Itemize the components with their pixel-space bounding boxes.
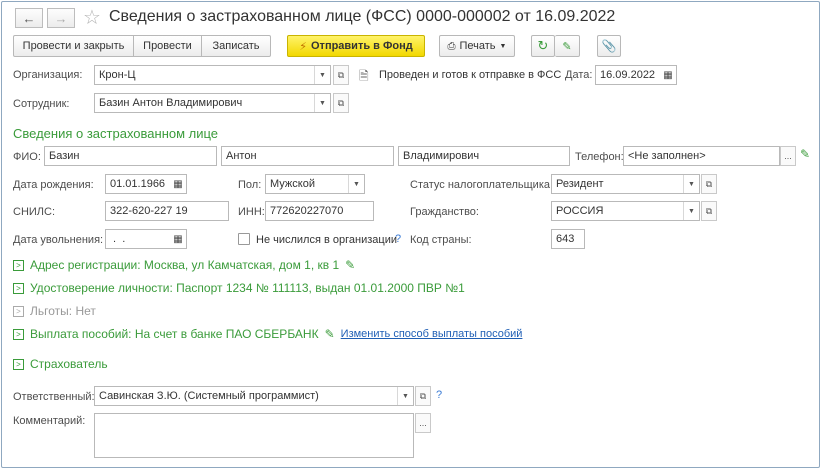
sex-label: Пол:	[238, 179, 262, 191]
open-window-icon: ⧉	[705, 178, 713, 189]
document-status-icon: 🗎	[359, 69, 369, 83]
chevron-down-icon[interactable]: ▼	[348, 175, 364, 193]
payment-section[interactable]: > Выплата пособий: На счет в банке ПАО С…	[13, 327, 522, 341]
snils-label: СНИЛС:	[13, 206, 56, 218]
not-listed-checkbox[interactable]	[238, 233, 250, 245]
dismissal-date-field[interactable]: . . ▦	[105, 229, 187, 249]
help-icon[interactable]: ?	[395, 233, 401, 245]
print-button[interactable]: ⎙ Печать ▼	[439, 35, 515, 57]
lightning-icon: ⚡	[299, 40, 307, 53]
country-code-field[interactable]: 643	[551, 229, 585, 249]
sex-select[interactable]: Мужской ▼	[265, 174, 365, 194]
citizenship-label: Гражданство:	[410, 206, 479, 218]
forward-button[interactable]: →	[47, 8, 75, 28]
calendar-icon[interactable]: ▦	[660, 66, 676, 84]
chevron-down-icon[interactable]: ▼	[314, 94, 330, 112]
responsible-select[interactable]: Савинская З.Ю. (Системный программист) ▼	[94, 386, 414, 406]
address-section[interactable]: > Адрес регистрации: Москва, ул Камчатск…	[13, 258, 355, 272]
birth-date-field[interactable]: 01.01.1966 ▦	[105, 174, 187, 194]
expand-icon[interactable]: >	[13, 328, 24, 340]
not-listed-label: Не числился в организации	[256, 234, 397, 246]
chevron-down-icon[interactable]: ▼	[683, 175, 699, 193]
tax-status-label: Статус налогоплательщика:	[410, 179, 554, 191]
tax-status-select[interactable]: Резидент ▼	[551, 174, 700, 194]
responsible-label: Ответственный:	[13, 391, 95, 403]
phone-field[interactable]: <Не заполнен>	[623, 146, 780, 166]
insurer-section[interactable]: > Страхователь	[13, 357, 108, 371]
arrow-left-icon: ←	[22, 10, 36, 26]
open-window-icon: ⧉	[337, 69, 345, 80]
date-label: Дата:	[565, 69, 593, 81]
employee-label: Сотрудник:	[13, 98, 70, 110]
back-button[interactable]: ←	[15, 8, 43, 28]
org-open-button[interactable]: ⧉	[333, 65, 349, 85]
edit-clear-button[interactable]: ✎	[555, 35, 580, 57]
expand-icon[interactable]: >	[13, 305, 24, 317]
comment-label: Комментарий:	[13, 415, 86, 427]
pencil-icon[interactable]: ✎	[345, 258, 355, 272]
help-icon[interactable]: ?	[436, 389, 442, 401]
last-name-field[interactable]: Базин	[44, 146, 217, 166]
insured-section-title: Сведения о застрахованном лице	[13, 126, 219, 141]
post-button[interactable]: Провести	[134, 35, 202, 57]
chevron-down-icon[interactable]: ▼	[314, 66, 330, 84]
refresh-icon: ↻	[537, 38, 549, 53]
open-window-icon: ⧉	[419, 390, 427, 401]
pencil-icon[interactable]: ✎	[325, 327, 335, 341]
chevron-down-icon: ▼	[499, 42, 507, 50]
calendar-icon[interactable]: ▦	[170, 175, 186, 193]
pencil-cross-icon: ✎	[562, 40, 572, 53]
open-window-icon: ⧉	[705, 205, 713, 216]
refresh-button[interactable]: ↻	[531, 35, 555, 57]
favorite-star-icon[interactable]: ☆	[83, 5, 101, 30]
birth-date-label: Дата рождения:	[13, 179, 94, 191]
tax-status-open-button[interactable]: ⧉	[701, 174, 717, 194]
phone-label: Телефон:	[575, 151, 624, 163]
chevron-down-icon[interactable]: ▼	[683, 202, 699, 220]
change-payment-link[interactable]: Изменить способ выплаты пособий	[341, 328, 523, 340]
calendar-icon[interactable]: ▦	[170, 230, 186, 248]
page-title: Сведения о застрахованном лице (ФСС) 000…	[109, 8, 616, 25]
snils-field[interactable]: 322-620-227 19	[105, 201, 229, 221]
citizenship-select[interactable]: РОССИЯ ▼	[551, 201, 700, 221]
phone-select-button[interactable]: ...	[780, 146, 796, 166]
citizenship-open-button[interactable]: ⧉	[701, 201, 717, 221]
expand-icon[interactable]: >	[13, 259, 24, 271]
date-field[interactable]: 16.09.2022 ▦	[595, 65, 677, 85]
printer-icon: ⎙	[447, 40, 456, 52]
attachment-button[interactable]: 📎	[597, 35, 621, 57]
identity-section[interactable]: > Удостоверение личности: Паспорт 1234 №…	[13, 281, 465, 295]
inn-label: ИНН:	[238, 206, 265, 218]
dismissal-date-label: Дата увольнения:	[13, 234, 104, 246]
pencil-cross-icon[interactable]: ✎	[800, 147, 810, 161]
benefits-section[interactable]: > Льготы: Нет	[13, 304, 96, 318]
responsible-open-button[interactable]: ⧉	[415, 386, 431, 406]
country-code-label: Код страны:	[410, 234, 472, 246]
document-window: ← → ☆ Сведения о застрахованном лице (ФС…	[1, 1, 820, 468]
middle-name-field[interactable]: Владимирович	[398, 146, 570, 166]
inn-field[interactable]: 772620227070	[265, 201, 374, 221]
employee-select[interactable]: Базин Антон Владимирович ▼	[94, 93, 331, 113]
command-bar-main: Провести и закрыть Провести Записать	[13, 35, 271, 57]
paperclip-icon: 📎	[601, 39, 617, 53]
document-status: Проведен и готов к отправке в ФСС	[379, 69, 562, 81]
fio-label: ФИО:	[13, 151, 41, 163]
expand-icon[interactable]: >	[13, 282, 24, 294]
expand-icon[interactable]: >	[13, 358, 24, 370]
arrow-right-icon: →	[54, 10, 68, 26]
open-window-icon: ⧉	[337, 97, 345, 108]
employee-open-button[interactable]: ⧉	[333, 93, 349, 113]
post-and-close-button[interactable]: Провести и закрыть	[13, 35, 134, 57]
first-name-field[interactable]: Антон	[221, 146, 394, 166]
comment-textarea[interactable]	[94, 413, 414, 458]
save-button[interactable]: Записать	[202, 35, 271, 57]
chevron-down-icon[interactable]: ▼	[397, 387, 413, 405]
send-to-fund-button[interactable]: ⚡ Отправить в Фонд	[287, 35, 425, 57]
comment-edit-button[interactable]: ...	[415, 413, 431, 433]
org-select[interactable]: Крон-Ц ▼	[94, 65, 331, 85]
org-label: Организация:	[13, 69, 83, 81]
